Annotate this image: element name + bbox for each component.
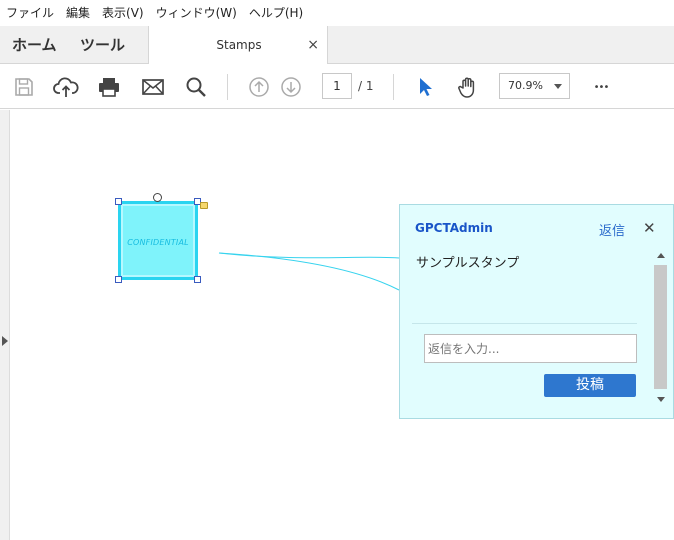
arrow-down-icon <box>281 77 301 97</box>
print-icon <box>99 78 119 97</box>
menu-view[interactable]: 表示(V) <box>96 0 150 26</box>
menu-help[interactable]: ヘルプ(H) <box>243 0 309 26</box>
mail-icon <box>142 79 164 95</box>
zoom-dropdown[interactable]: 70.9% <box>499 73 570 99</box>
tab-home[interactable]: ホーム <box>12 26 57 64</box>
rotate-handle[interactable] <box>153 193 162 202</box>
page-total: / 1 <box>358 79 374 93</box>
toolbar-separator <box>227 74 228 100</box>
toolbar-separator <box>393 74 394 100</box>
comment-text[interactable]: サンプルスタンプ <box>416 252 519 271</box>
email-button[interactable] <box>139 73 167 101</box>
scroll-down-icon[interactable] <box>657 397 665 402</box>
tab-bar: ホーム ツール Stamps × <box>0 26 674 65</box>
print-button[interactable] <box>95 73 123 101</box>
menu-edit[interactable]: 編集 <box>60 0 96 26</box>
reply-link[interactable]: 返信 <box>599 220 625 239</box>
select-tool-button[interactable] <box>411 73 439 101</box>
hand-icon <box>458 77 475 98</box>
close-icon[interactable]: ✕ <box>643 219 656 237</box>
confidential-stamp[interactable]: CONFIDENTIAL <box>118 201 198 280</box>
search-icon <box>186 77 206 97</box>
more-options-button[interactable]: ••• <box>587 73 615 101</box>
document-tab-label: Stamps <box>216 38 262 52</box>
previous-page-button[interactable] <box>245 73 273 101</box>
left-panel-strip[interactable] <box>0 110 10 540</box>
save-button[interactable] <box>10 73 38 101</box>
acrobat-window: ファイル 編集 表示(V) ウィンドウ(W) ヘルプ(H) ホーム ツール St… <box>0 0 674 540</box>
note-icon[interactable] <box>200 202 208 209</box>
arrow-up-icon <box>249 77 269 97</box>
post-button[interactable]: 投稿 <box>544 374 636 397</box>
resize-handle-top-left[interactable] <box>115 198 122 205</box>
scroll-thumb[interactable] <box>654 265 667 389</box>
zoom-value: 70.9% <box>508 79 543 92</box>
comment-author: GPCTAdmin <box>415 221 493 235</box>
close-tab-icon[interactable]: × <box>307 26 319 64</box>
scroll-up-icon[interactable] <box>657 253 665 258</box>
tab-tools[interactable]: ツール <box>80 26 125 64</box>
resize-handle-bottom-left[interactable] <box>115 276 122 283</box>
pointer-icon <box>420 78 432 96</box>
expand-panel-icon[interactable] <box>2 336 8 346</box>
tab-document-stamps[interactable]: Stamps × <box>148 26 328 65</box>
more-icon: ••• <box>593 81 610 93</box>
hand-tool-button[interactable] <box>454 73 482 101</box>
divider <box>412 323 637 324</box>
chevron-down-icon <box>554 84 562 89</box>
cloud-upload-icon <box>53 77 79 97</box>
upload-cloud-button[interactable] <box>52 73 80 101</box>
reply-input[interactable] <box>424 334 637 363</box>
resize-handle-bottom-right[interactable] <box>194 276 201 283</box>
next-page-button[interactable] <box>277 73 305 101</box>
comment-popup: GPCTAdmin 返信 ✕ サンプルスタンプ 投稿 <box>399 204 674 419</box>
document-view[interactable]: CONFIDENTIAL GPCTAdmin 返信 ✕ サンプルスタンプ 投稿 <box>0 110 674 540</box>
toolbar: 1 / 1 70.9% ••• <box>0 64 674 109</box>
stamp-text: CONFIDENTIAL <box>127 238 189 247</box>
search-button[interactable] <box>182 73 210 101</box>
menu-window[interactable]: ウィンドウ(W) <box>150 0 243 26</box>
page-number-input[interactable]: 1 <box>322 73 352 99</box>
menu-bar: ファイル 編集 表示(V) ウィンドウ(W) ヘルプ(H) <box>0 0 674 26</box>
popup-scrollbar[interactable] <box>653 247 668 407</box>
menu-file[interactable]: ファイル <box>0 0 60 26</box>
save-icon <box>15 78 33 96</box>
